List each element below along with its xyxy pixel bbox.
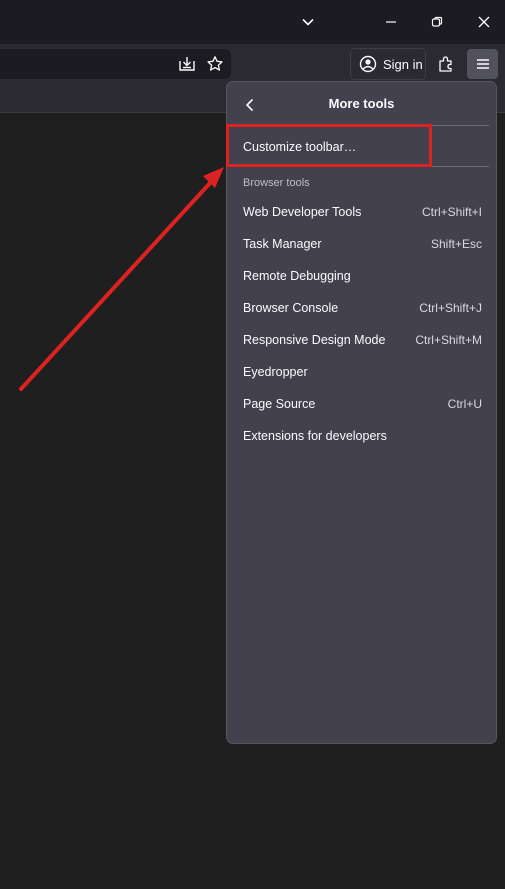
red-arrow-annotation — [19, 167, 224, 391]
